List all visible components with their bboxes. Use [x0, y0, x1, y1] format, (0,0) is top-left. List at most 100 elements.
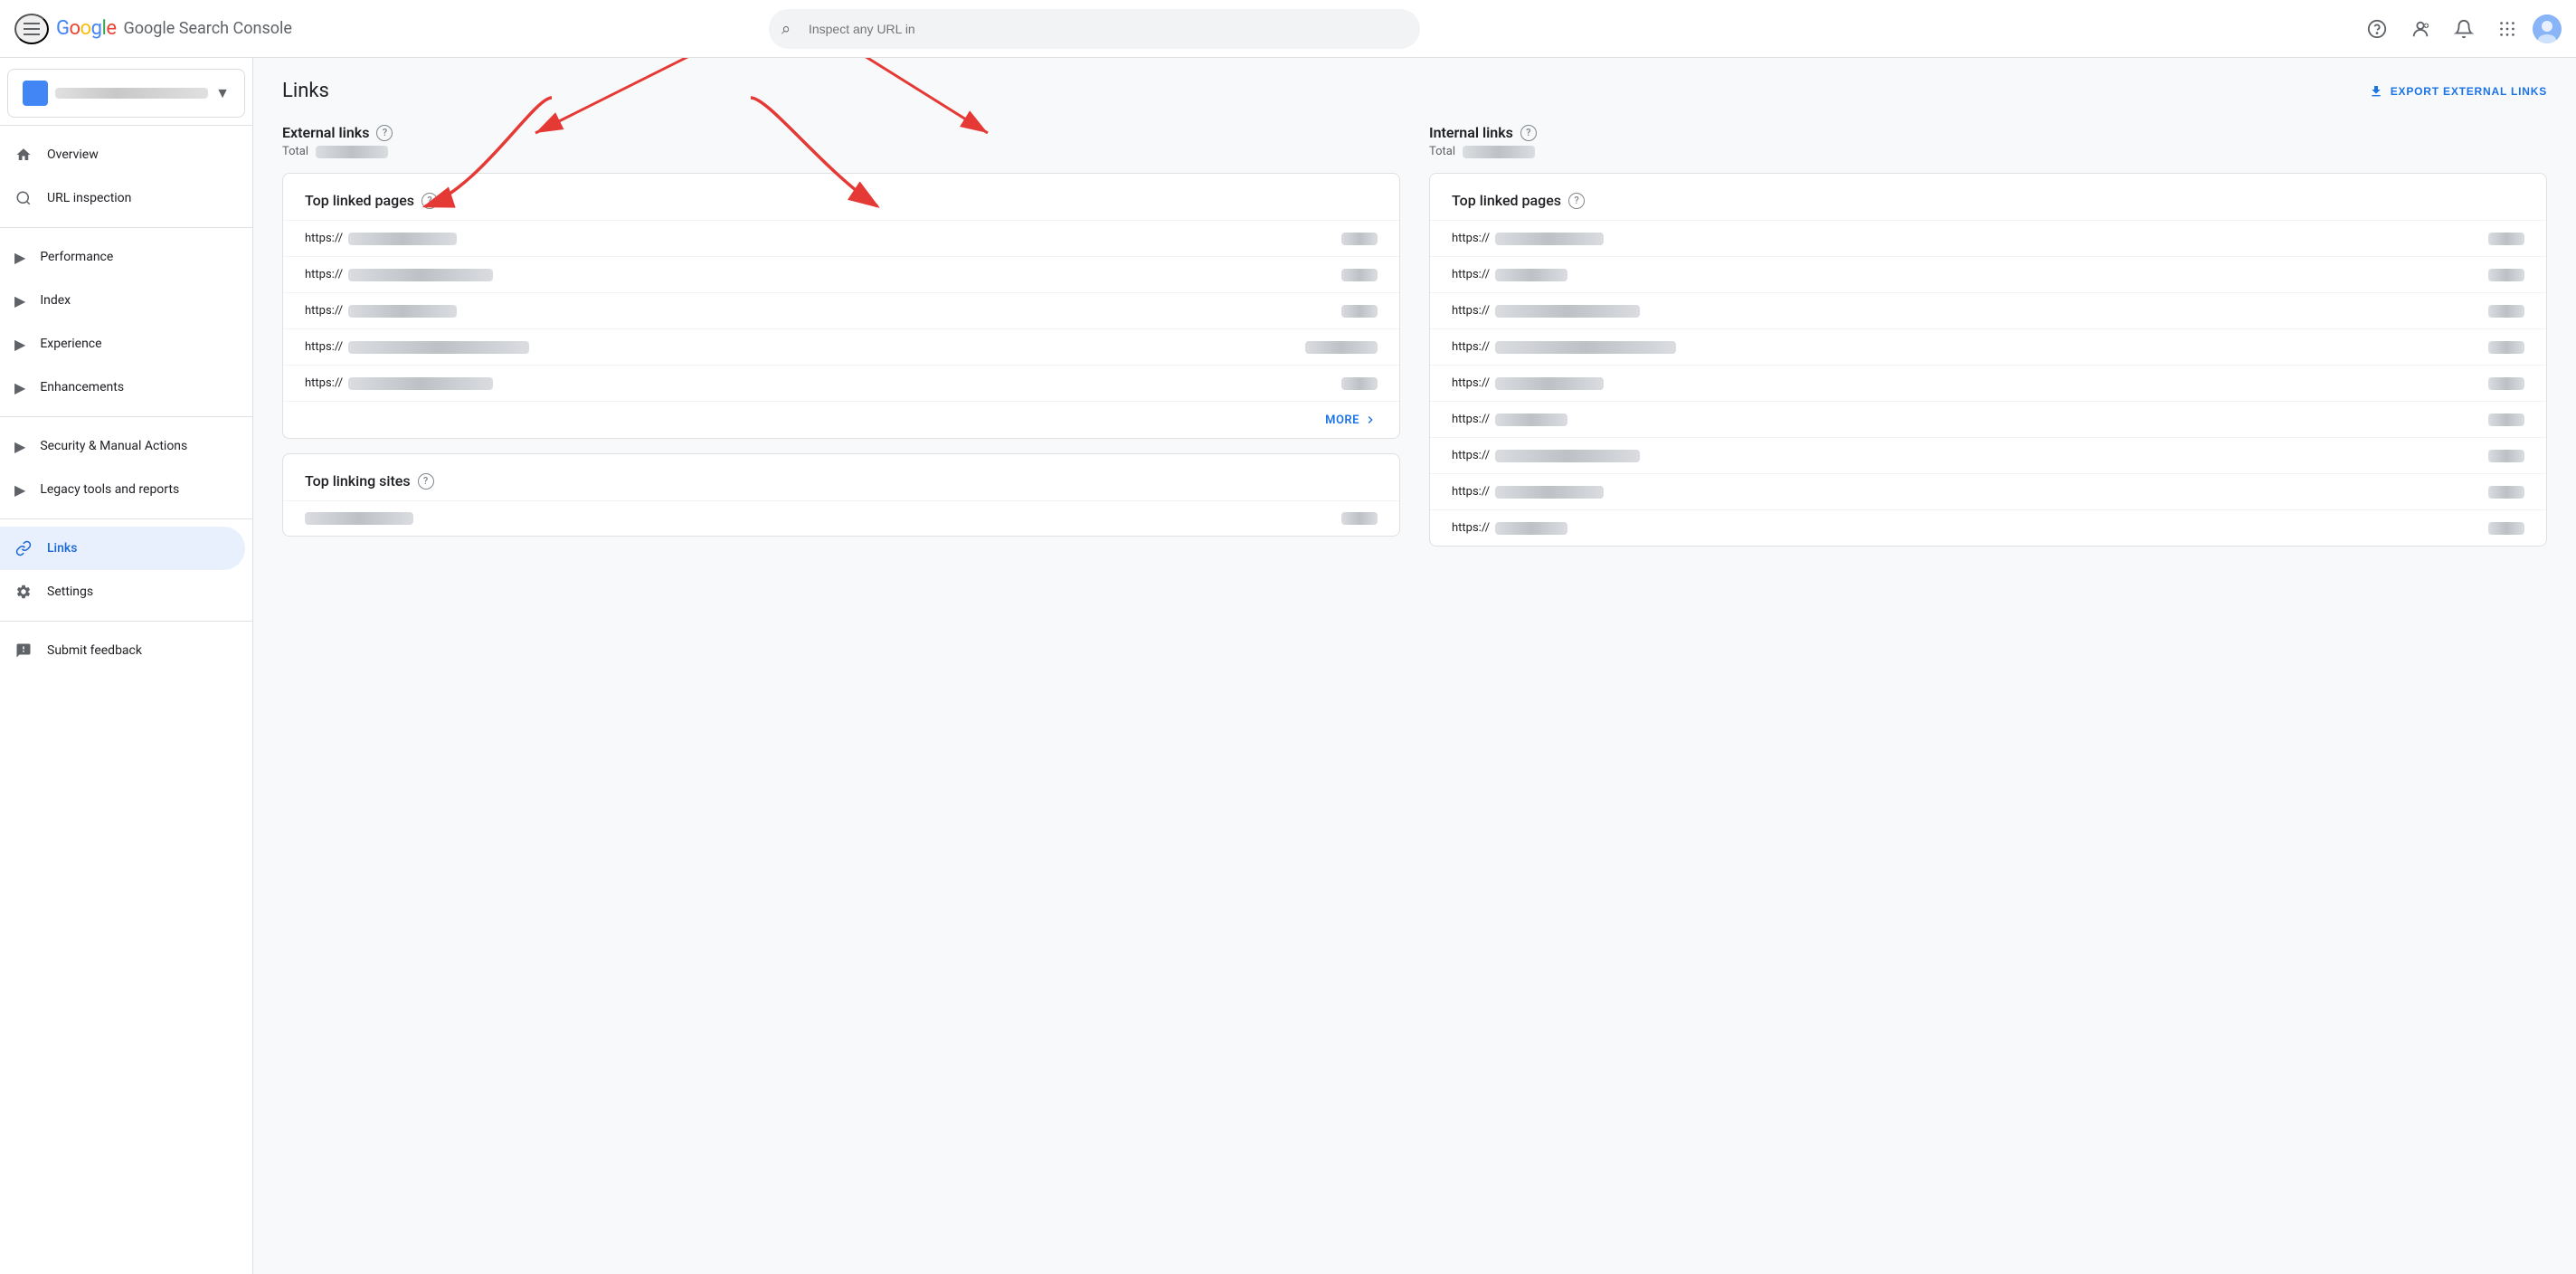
url-text: https://: [1452, 268, 1567, 281]
url-text: https://: [1452, 376, 1604, 390]
external-top-linking-sites-card: Top linking sites ?: [282, 453, 1400, 537]
account-settings-button[interactable]: [2402, 11, 2439, 47]
int-url-blurred-4: [1495, 341, 1676, 354]
url-text: https://: [1452, 340, 1676, 354]
topbar-actions: [2359, 11, 2562, 47]
sidebar-experience-label: Experience: [40, 337, 101, 351]
sidebar-item-legacy[interactable]: ▶ Legacy tools and reports: [0, 468, 252, 511]
property-selector[interactable]: ▼: [7, 69, 245, 118]
sidebar-enhancements-label: Enhancements: [40, 380, 124, 395]
int-count-6: [2488, 414, 2524, 426]
table-row[interactable]: https://: [1430, 328, 2546, 365]
notifications-button[interactable]: [2446, 11, 2482, 47]
count-value-4: [1305, 341, 1378, 354]
external-links-help-icon[interactable]: ?: [376, 125, 393, 141]
int-url-blurred-5: [1495, 377, 1604, 390]
external-top-linked-header: Top linked pages ?: [283, 174, 1399, 220]
layout: ▼ Overview URL inspection ▶ Pe: [0, 58, 2576, 1274]
url-text: https://: [305, 268, 493, 281]
sidebar-url-label: URL inspection: [47, 191, 131, 205]
url-blurred-1: [348, 233, 457, 245]
external-links-title-text: External links: [282, 124, 369, 141]
sidebar-legacy-label: Legacy tools and reports: [40, 482, 179, 497]
sidebar-item-links[interactable]: Links: [0, 527, 245, 570]
sidebar-divider-4: [0, 518, 252, 519]
export-external-links-button[interactable]: EXPORT EXTERNAL LINKS: [2369, 84, 2547, 99]
enhancements-arrow-icon: ▶: [14, 379, 25, 396]
url-text: https://: [305, 232, 457, 245]
table-row[interactable]: https://: [1430, 365, 2546, 401]
sidebar-performance-label: Performance: [40, 250, 113, 264]
int-url-blurred-9: [1495, 522, 1567, 535]
table-row[interactable]: https://: [1430, 220, 2546, 256]
sidebar-item-security[interactable]: ▶ Security & Manual Actions: [0, 424, 252, 468]
page-title: Links: [282, 80, 329, 102]
count-value-5: [1341, 377, 1378, 390]
table-row[interactable]: https://: [283, 328, 1399, 365]
sidebar-divider-5: [0, 621, 252, 622]
hamburger-button[interactable]: [14, 14, 49, 44]
url-text: https://: [1452, 485, 1604, 499]
table-row[interactable]: https://: [1430, 292, 2546, 328]
internal-links-help-icon[interactable]: ?: [1520, 125, 1537, 141]
internal-links-title: Internal links ?: [1429, 124, 2547, 141]
internal-top-linked-title: Top linked pages: [1452, 192, 1561, 209]
sidebar-item-performance[interactable]: ▶ Performance: [0, 235, 252, 279]
submit-feedback-label: Submit feedback: [47, 643, 142, 658]
external-links-title: External links ?: [282, 124, 1400, 141]
sidebar-item-index[interactable]: ▶ Index: [0, 279, 252, 322]
int-count-3: [2488, 305, 2524, 318]
table-row[interactable]: https://: [1430, 256, 2546, 292]
sidebar-item-settings[interactable]: Settings: [0, 570, 245, 613]
int-count-8: [2488, 486, 2524, 499]
property-name-text: [55, 88, 208, 99]
sidebar-item-experience[interactable]: ▶ Experience: [0, 322, 252, 366]
internal-top-linked-help-icon[interactable]: ?: [1568, 193, 1585, 209]
internal-top-linked-card: Top linked pages ? https:// https://: [1429, 173, 2547, 547]
internal-links-total-value: [1463, 146, 1535, 158]
url-blurred-4: [348, 341, 529, 354]
external-more-link[interactable]: MORE: [283, 401, 1399, 438]
url-blurred-3: [348, 305, 457, 318]
table-row[interactable]: https://: [283, 292, 1399, 328]
url-inspection-icon: [14, 189, 33, 207]
url-text: https://: [305, 304, 457, 318]
help-button[interactable]: [2359, 11, 2395, 47]
top-linking-sites-help-icon[interactable]: ?: [418, 473, 434, 490]
int-count-4: [2488, 341, 2524, 354]
external-links-total-value: [316, 146, 388, 158]
user-avatar[interactable]: [2533, 14, 2562, 43]
sidebar-security-label: Security & Manual Actions: [40, 439, 187, 453]
url-text: https://: [1452, 304, 1640, 318]
table-row[interactable]: https://: [1430, 473, 2546, 509]
google-logo: Google: [56, 17, 116, 40]
url-text: https://: [305, 340, 529, 354]
count-value-1: [1341, 233, 1378, 245]
sidebar-item-overview[interactable]: Overview: [0, 133, 245, 176]
sidebar: ▼ Overview URL inspection ▶ Pe: [0, 58, 253, 1274]
table-row[interactable]: https://: [283, 256, 1399, 292]
table-row[interactable]: https://: [283, 365, 1399, 401]
settings-icon: [14, 583, 33, 601]
table-row[interactable]: https://: [1430, 437, 2546, 473]
sidebar-item-submit-feedback[interactable]: Submit feedback: [0, 629, 245, 672]
table-row[interactable]: https://: [283, 220, 1399, 256]
property-icon: [23, 81, 48, 106]
top-linking-sites-title: Top linking sites: [305, 472, 411, 490]
table-row[interactable]: https://: [1430, 401, 2546, 437]
external-top-linked-help-icon[interactable]: ?: [421, 193, 438, 209]
search-input[interactable]: [769, 9, 1420, 49]
table-row[interactable]: [283, 500, 1399, 536]
external-top-linking-sites-header: Top linking sites ?: [283, 454, 1399, 500]
topbar: Google Google Search Console ⌕: [0, 0, 2576, 58]
sidebar-item-url-inspection[interactable]: URL inspection: [0, 176, 245, 220]
sidebar-divider-2: [0, 227, 252, 228]
int-url-blurred-8: [1495, 486, 1604, 499]
url-text: https://: [1452, 413, 1567, 426]
apps-button[interactable]: [2489, 11, 2525, 47]
sidebar-item-enhancements[interactable]: ▶ Enhancements: [0, 366, 252, 409]
url-text: https://: [1452, 449, 1640, 462]
table-row[interactable]: https://: [1430, 509, 2546, 546]
sidebar-links-label: Links: [47, 541, 77, 556]
int-url-blurred-3: [1495, 305, 1640, 318]
